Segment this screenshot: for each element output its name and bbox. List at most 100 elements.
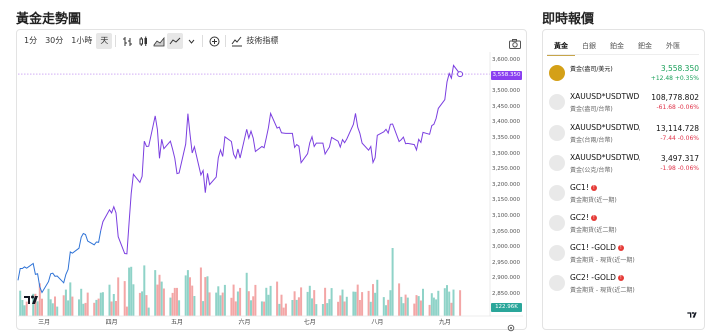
symbol-icon xyxy=(549,155,565,171)
volume-bar xyxy=(435,299,438,316)
volume-bar xyxy=(202,301,205,316)
volume-bar xyxy=(217,286,220,316)
volume-bar xyxy=(345,296,348,316)
quote-sub: 黃金期貨 - 現貨(近一期) xyxy=(570,257,635,264)
quote-name: GC2! -GOLD xyxy=(570,273,616,282)
volume-bar xyxy=(367,290,370,316)
volume-bar xyxy=(41,298,43,316)
volume-bar xyxy=(446,285,448,316)
quote-row[interactable]: XAUUSD*USDTWD/3. 黃金(公克/台幣) 3,497.317 -1.… xyxy=(549,151,699,179)
volume-bar xyxy=(78,299,80,316)
volume-bar xyxy=(291,300,294,316)
volume-bar xyxy=(430,293,433,316)
volume-tag: 122.96K xyxy=(491,303,522,312)
y-tick-label: 3,100.000 xyxy=(492,213,520,219)
volume-bar xyxy=(221,292,224,316)
volume-bar xyxy=(356,284,359,316)
volume-bar xyxy=(199,267,202,316)
quote-name: GC2! xyxy=(570,213,589,222)
volume-bar xyxy=(341,289,344,316)
volume-bar xyxy=(219,295,222,317)
volume-bar xyxy=(193,296,196,316)
y-tick-label: 2,950.000 xyxy=(492,259,520,266)
x-tick-label: 九月 xyxy=(438,319,451,326)
gear-icon[interactable] xyxy=(507,317,515,336)
volume-bar xyxy=(239,287,242,316)
volume-bar xyxy=(450,302,453,317)
volume-bar xyxy=(130,266,133,316)
volume-bar xyxy=(189,277,191,317)
volume-bar xyxy=(328,299,331,316)
volume-bar xyxy=(419,300,422,316)
y-tick-label: 3,000.000 xyxy=(492,244,520,251)
quote-row[interactable]: GC1! -GOLD! 黃金期貨 - 現貨(近一期) xyxy=(549,241,699,269)
volume-bar xyxy=(236,291,239,316)
symbol-icon xyxy=(549,275,565,291)
x-tick-label: 八月 xyxy=(371,319,384,326)
volume-bar xyxy=(358,300,361,316)
volume-bar xyxy=(385,305,387,316)
quote-row[interactable]: XAUUSD*USDTWD 黃金(盎司/台幣) 108,778.802 -61.… xyxy=(549,90,699,118)
price-line-lower xyxy=(17,230,102,294)
symbol-icon xyxy=(549,245,565,261)
volume-bar xyxy=(252,296,255,316)
volume-bar xyxy=(64,289,67,316)
volume-bar xyxy=(54,296,56,316)
volume-bar xyxy=(265,287,268,316)
volume-bar xyxy=(254,284,257,316)
symbol-icon xyxy=(549,94,565,110)
volume-bar xyxy=(321,304,324,316)
quote-row[interactable]: GC2! -GOLD! 黃金期貨 - 現貨(近二期) xyxy=(549,271,699,299)
quote-row[interactable]: XAUUSD*USDTWD/8. 黃金(台兩/台幣) 13,114.728 -7… xyxy=(549,121,699,149)
volume-bar xyxy=(82,303,85,316)
volume-bar xyxy=(260,301,263,316)
volume-bar xyxy=(123,281,126,316)
volume-bar xyxy=(49,299,52,317)
volume-bar xyxy=(115,301,117,316)
tradingview-logo-icon[interactable] xyxy=(24,291,38,304)
volume-bar xyxy=(389,290,392,316)
quote-value: 13,114.728 xyxy=(656,124,699,133)
volume-bar xyxy=(125,306,128,316)
volume-bar xyxy=(208,292,211,316)
volume-bar xyxy=(23,305,26,317)
tradingview-logo-icon[interactable] xyxy=(687,304,697,323)
volume-bar xyxy=(343,301,346,316)
last-price-marker xyxy=(457,71,464,78)
volume-bar xyxy=(263,301,266,316)
y-tick-label: 2,850.000 xyxy=(492,291,520,297)
y-tick-label: 3,500.000 xyxy=(492,88,520,95)
quote-row-gold-usd[interactable]: 黃金(盎司/美元) 3,558.350 +12.48 +0.35% xyxy=(549,61,699,89)
volume-bar xyxy=(337,301,340,316)
volume-bar xyxy=(128,267,131,316)
quote-row[interactable]: GC2!! 黃金期貨(近二期) xyxy=(549,211,699,239)
volume-bar xyxy=(223,284,226,316)
warning-icon: ! xyxy=(590,215,597,221)
volume-bar xyxy=(295,299,298,316)
volume-bar xyxy=(169,297,172,316)
volume-bar xyxy=(86,292,89,316)
quote-name: XAUUSD*USDTWD xyxy=(570,92,640,101)
price-line-upper xyxy=(100,64,461,255)
volume-bar xyxy=(315,304,318,316)
volume-bar xyxy=(448,291,451,316)
volume-bar xyxy=(215,292,218,316)
volume-bar xyxy=(101,292,104,316)
volume-bar xyxy=(143,265,146,316)
volume-bar xyxy=(158,274,161,316)
quote-name: GC1! -GOLD xyxy=(570,243,616,252)
volume-bar xyxy=(300,287,303,316)
volume-bar xyxy=(284,303,287,316)
volume-bar xyxy=(417,296,420,316)
volume-bar xyxy=(154,270,157,316)
quote-name: XAUUSD*USDTWD/8. xyxy=(570,123,640,132)
volume-bar xyxy=(432,297,435,316)
quote-row[interactable]: GC1!! 黃金期貨(近一期) xyxy=(549,181,699,209)
volume-bar xyxy=(330,288,333,316)
volume-bar xyxy=(250,300,252,316)
volume-bar xyxy=(369,301,372,316)
volume-bar xyxy=(372,284,374,316)
y-tick-label: 3,450.000 xyxy=(492,103,520,110)
warning-icon: ! xyxy=(617,245,624,251)
volume-bar xyxy=(376,279,379,316)
